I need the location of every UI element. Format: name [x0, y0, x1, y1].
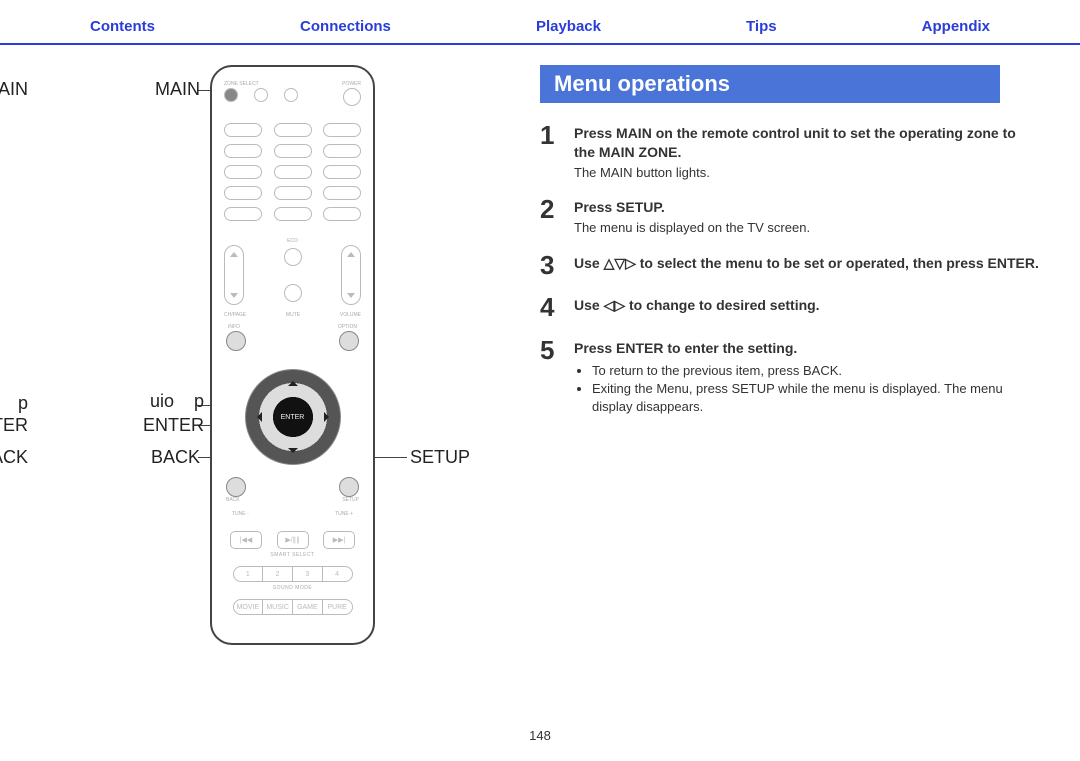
step-3: 3 Use △▽▷ to select the menu to be set o… [540, 251, 1040, 280]
step-heading: Press MAIN on the remote control unit to… [574, 124, 1040, 162]
top-nav: Contents Connections Playback Tips Appen… [0, 0, 1080, 45]
page-number: 148 [0, 728, 1080, 743]
step-heading: Press ENTER to enter the setting. [574, 339, 1040, 358]
step-number: 2 [540, 195, 574, 236]
step-detail: The menu is displayed on the TV screen. [574, 219, 1040, 237]
callout-main-abs: MAIN [130, 79, 200, 100]
callout-enter-abs: ENTER [126, 415, 204, 436]
callout-back-abs: BACK [130, 447, 200, 468]
nav-tips[interactable]: Tips [746, 18, 777, 35]
callout-back: BACK [0, 447, 28, 468]
section-title: Menu operations [540, 65, 1000, 103]
step-number: 5 [540, 336, 574, 416]
callout-setup-abs: SETUP [410, 447, 470, 468]
callout-enter: ENTER [0, 415, 28, 436]
instructions-column: Menu operations 1 Press MAIN on the remo… [520, 65, 1040, 675]
step-2: 2 Press SETUP. The menu is displayed on … [540, 195, 1040, 236]
step-heading: Use △▽▷ to select the menu to be set or … [574, 254, 1040, 273]
callout-main: MAIN [0, 79, 28, 100]
step-bullets: To return to the previous item, press BA… [574, 362, 1040, 417]
callout-cursors: uio p [0, 393, 28, 414]
nav-contents[interactable]: Contents [90, 18, 155, 35]
step-1: 1 Press MAIN on the remote control unit … [540, 121, 1040, 181]
nav-connections[interactable]: Connections [300, 18, 391, 35]
step-5: 5 Press ENTER to enter the setting. To r… [540, 336, 1040, 416]
step-4: 4 Use ◁▷ to change to desired setting. [540, 293, 1040, 322]
bullet: To return to the previous item, press BA… [592, 362, 1040, 380]
bullet: Exiting the Menu, press SETUP while the … [592, 380, 1040, 416]
nav-appendix[interactable]: Appendix [922, 18, 990, 35]
step-heading: Use ◁▷ to change to desired setting. [574, 296, 1040, 315]
step-heading: Press SETUP. [574, 198, 1040, 217]
callout-cursors-abs: uio p [126, 391, 204, 412]
remote-diagram: MAIN uio p ENTER BACK SETUP ZONE SELECTP… [40, 65, 520, 675]
step-number: 1 [540, 121, 574, 181]
page-body: MAIN uio p ENTER BACK SETUP ZONE SELECTP… [0, 45, 1080, 675]
step-number: 3 [540, 251, 574, 280]
nav-playback[interactable]: Playback [536, 18, 601, 35]
step-detail: The MAIN button lights. [574, 164, 1040, 182]
step-number: 4 [540, 293, 574, 322]
